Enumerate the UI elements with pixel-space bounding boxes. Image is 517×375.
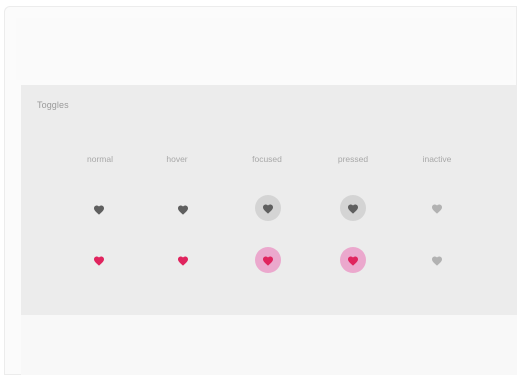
- section-title: Toggles: [37, 100, 69, 110]
- column-label-hover: hover: [166, 154, 188, 164]
- toggle-on-pressed[interactable]: [340, 247, 366, 273]
- toggle-on-inactive: [424, 247, 450, 273]
- toggle-on-focused[interactable]: [255, 247, 281, 273]
- toggle-off-hover[interactable]: [170, 196, 196, 222]
- column-label-focused: focused: [252, 154, 282, 164]
- column-label-inactive: inactive: [422, 154, 452, 164]
- heart-icon: [263, 204, 273, 214]
- toggle-off-normal[interactable]: [86, 196, 112, 222]
- heart-icon: [178, 256, 188, 266]
- heart-icon: [263, 256, 273, 266]
- footer-area: [21, 315, 517, 375]
- header-area: [16, 18, 513, 80]
- heart-icon: [94, 205, 104, 215]
- toggle-off-focused[interactable]: [255, 195, 281, 221]
- heart-icon: [348, 256, 358, 266]
- toggle-on-hover[interactable]: [170, 247, 196, 273]
- heart-icon: [348, 204, 358, 214]
- toggle-off-pressed[interactable]: [340, 195, 366, 221]
- heart-icon: [94, 256, 104, 266]
- column-label-normal: normal: [87, 154, 113, 164]
- toggle-on-normal[interactable]: [86, 247, 112, 273]
- heart-icon: [432, 256, 442, 266]
- heart-icon: [432, 204, 442, 214]
- heart-icon: [178, 205, 188, 215]
- column-label-pressed: pressed: [337, 154, 369, 164]
- toggle-off-inactive: [424, 195, 450, 221]
